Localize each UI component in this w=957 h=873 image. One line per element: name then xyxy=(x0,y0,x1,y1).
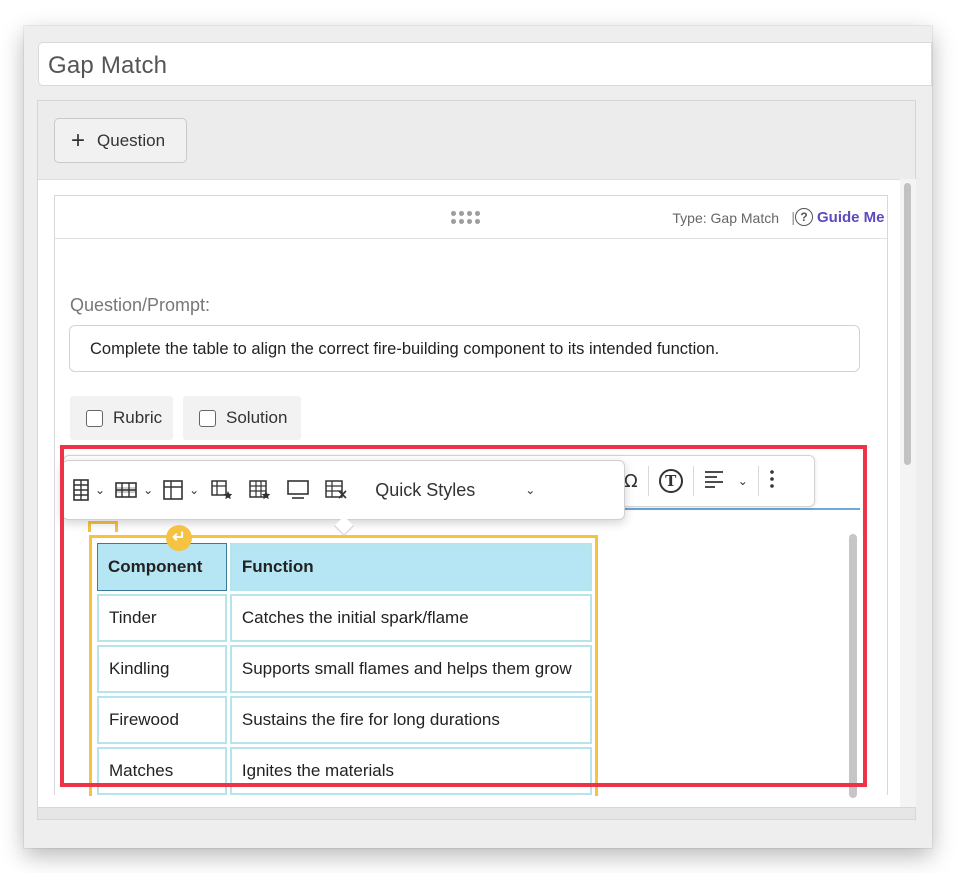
table-style-icon[interactable] xyxy=(249,478,271,502)
question-card-header: Type: Gap Match | ? Guide Me xyxy=(55,196,887,239)
table-selection-frame: Component Function Tinder Catches the in… xyxy=(89,535,598,796)
quick-styles-dropdown[interactable]: Quick Styles xyxy=(375,480,475,501)
add-question-label: Question xyxy=(97,130,166,150)
table-row-icon[interactable] xyxy=(115,478,137,502)
chevron-down-icon[interactable]: ⌄ xyxy=(738,474,748,488)
text-style-icon[interactable]: T xyxy=(658,469,683,493)
table-header-cell[interactable]: Function xyxy=(229,543,592,591)
plus-icon: + xyxy=(71,126,86,154)
editor-toolbar-right-group: Ω T ⌄ xyxy=(624,466,775,496)
table-cell[interactable]: Matches xyxy=(97,747,227,795)
table-cell[interactable]: Supports small flames and helps them gro… xyxy=(229,645,592,693)
table-caption-icon[interactable] xyxy=(287,478,309,502)
chevron-down-icon[interactable]: ⌄ xyxy=(189,483,199,497)
chevron-down-icon[interactable]: ⌄ xyxy=(95,483,105,497)
table-header-row: Component Function xyxy=(97,543,592,591)
toolbar-divider xyxy=(757,466,759,496)
table-select-handle[interactable] xyxy=(88,521,118,532)
table-row: Firewood Sustains the fire for long dura… xyxy=(97,696,592,744)
table-cell[interactable]: Ignites the materials xyxy=(229,747,592,795)
guide-me-link[interactable]: Guide Me xyxy=(817,209,887,226)
table-column-icon[interactable] xyxy=(163,478,183,502)
rubric-label: Rubric xyxy=(113,408,163,427)
table-cell[interactable]: Tinder xyxy=(97,594,227,642)
solution-label: Solution xyxy=(226,408,288,427)
more-icon[interactable] xyxy=(769,469,775,494)
panel-footer xyxy=(38,807,915,819)
questions-panel: + Question Type: Gap Match | ? Guide Me … xyxy=(37,100,916,820)
solution-checkbox[interactable] xyxy=(199,409,216,427)
rubric-checkbox[interactable] xyxy=(86,409,103,427)
solution-toggle[interactable]: Solution xyxy=(183,396,301,440)
table-toolbar-popup: ⌄ ⌄ ⌄ Quick Styles ⌄ xyxy=(62,460,625,520)
align-left-icon[interactable] xyxy=(704,470,724,493)
prompt-input[interactable]: Complete the table to align the correct … xyxy=(69,325,860,372)
question-type-label: Type: Gap Match xyxy=(672,210,779,226)
table-row: Kindling Supports small flames and helps… xyxy=(97,645,592,693)
add-question-button[interactable]: + Question xyxy=(54,118,187,163)
question-card: Type: Gap Match | ? Guide Me Question/Pr… xyxy=(54,195,888,798)
table-row: Matches Ignites the materials xyxy=(97,747,592,795)
table-cell[interactable]: Sustains the fire for long durations xyxy=(229,696,592,744)
table-icon[interactable] xyxy=(73,478,89,502)
question-scroll-area: Type: Gap Match | ? Guide Me Question/Pr… xyxy=(38,179,900,807)
rubric-toggle[interactable]: Rubric xyxy=(70,396,173,440)
panel-scrollbar[interactable] xyxy=(900,179,916,807)
help-circle-icon[interactable]: ? xyxy=(795,208,813,226)
chevron-down-icon[interactable]: ⌄ xyxy=(525,483,535,497)
editor-scrollbar[interactable] xyxy=(849,534,857,798)
chevron-down-icon[interactable]: ⌄ xyxy=(143,483,153,497)
table-cell[interactable]: Kindling xyxy=(97,645,227,693)
table-cell[interactable]: Firewood xyxy=(97,696,227,744)
special-char-icon[interactable]: Ω xyxy=(624,471,638,492)
drag-handle-icon[interactable] xyxy=(451,211,487,225)
table-cell-style-icon[interactable] xyxy=(211,478,233,502)
prompt-label: Question/Prompt: xyxy=(70,295,211,315)
item-title-input[interactable]: Gap Match xyxy=(38,42,932,86)
data-table[interactable]: Component Function Tinder Catches the in… xyxy=(94,540,595,796)
toolbar-divider xyxy=(647,466,649,496)
table-cell[interactable]: Catches the initial spark/flame xyxy=(229,594,592,642)
table-row: Tinder Catches the initial spark/flame xyxy=(97,594,592,642)
editor-window: Gap Match + Question Type: Gap Match | ?… xyxy=(24,26,932,848)
table-delete-icon[interactable] xyxy=(325,478,347,502)
panel-scrollbar-thumb[interactable] xyxy=(904,183,911,465)
toolbar-divider xyxy=(692,466,694,496)
insert-line-icon[interactable]: ↵ xyxy=(166,525,192,551)
table-header-cell[interactable]: Component xyxy=(97,543,227,591)
